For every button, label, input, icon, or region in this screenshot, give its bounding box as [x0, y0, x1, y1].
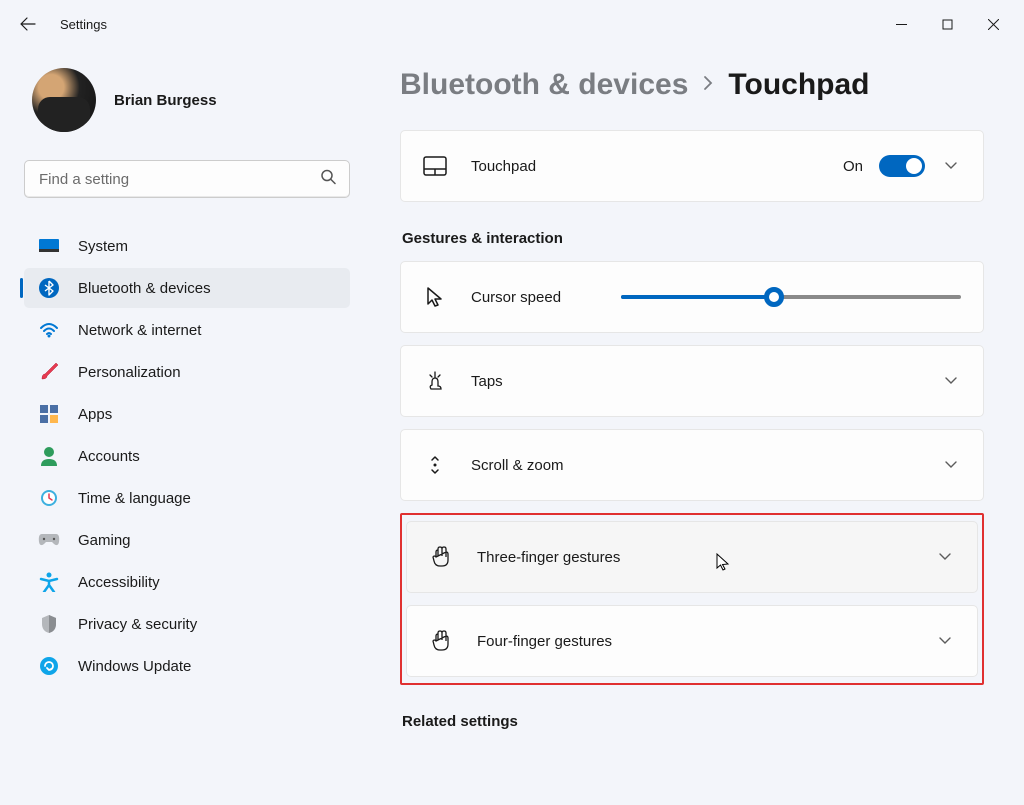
four-finger-label: Four-finger gestures	[477, 633, 935, 650]
nav-personalization[interactable]: Personalization	[24, 352, 350, 392]
taps-card[interactable]: Taps	[400, 345, 984, 417]
cursor-icon	[423, 286, 447, 308]
profile-name: Brian Burgess	[114, 92, 217, 109]
chevron-down-icon	[935, 636, 955, 646]
nav-network[interactable]: Network & internet	[24, 310, 350, 350]
three-finger-label: Three-finger gestures	[477, 549, 935, 566]
gamepad-icon	[38, 529, 60, 551]
close-button[interactable]	[970, 8, 1016, 40]
touchpad-label: Touchpad	[471, 158, 843, 175]
toggle-state-label: On	[843, 158, 863, 175]
breadcrumb-parent[interactable]: Bluetooth & devices	[400, 68, 688, 102]
person-icon	[38, 445, 60, 467]
nav-apps[interactable]: Apps	[24, 394, 350, 434]
clock-icon	[38, 487, 60, 509]
four-finger-card[interactable]: Four-finger gestures	[406, 605, 978, 677]
chevron-down-icon	[941, 376, 961, 386]
nav-label: Accessibility	[78, 574, 160, 591]
search-input[interactable]	[24, 160, 350, 198]
chevron-down-icon[interactable]	[941, 161, 961, 171]
nav: System Bluetooth & devices Network & int…	[24, 226, 350, 686]
nav-label: Privacy & security	[78, 616, 197, 633]
highlighted-region: Three-finger gestures Four-finger gestur…	[400, 513, 984, 685]
search-icon	[320, 169, 336, 190]
brush-icon	[38, 361, 60, 383]
scroll-zoom-card[interactable]: Scroll & zoom	[400, 429, 984, 501]
breadcrumb: Bluetooth & devices Touchpad	[400, 68, 984, 102]
nav-label: Gaming	[78, 532, 131, 549]
window-title: Settings	[60, 17, 107, 32]
nav-gaming[interactable]: Gaming	[24, 520, 350, 560]
nav-privacy[interactable]: Privacy & security	[24, 604, 350, 644]
taps-label: Taps	[471, 373, 941, 390]
nav-label: Personalization	[78, 364, 181, 381]
touchpad-icon	[423, 156, 447, 176]
update-icon	[38, 655, 60, 677]
hand-icon	[429, 546, 453, 568]
nav-label: Apps	[78, 406, 112, 423]
back-button[interactable]	[8, 4, 48, 44]
scroll-zoom-label: Scroll & zoom	[471, 457, 941, 474]
accessibility-icon	[38, 571, 60, 593]
related-header: Related settings	[402, 713, 984, 730]
chevron-down-icon	[935, 552, 955, 562]
nav-time[interactable]: Time & language	[24, 478, 350, 518]
main-panel: Bluetooth & devices Touchpad Touchpad On…	[370, 48, 1024, 805]
nav-accessibility[interactable]: Accessibility	[24, 562, 350, 602]
nav-label: Network & internet	[78, 322, 201, 339]
cursor-speed-slider[interactable]	[621, 287, 961, 307]
system-icon	[38, 235, 60, 257]
hand-icon	[429, 630, 453, 652]
minimize-icon	[896, 19, 907, 30]
touchpad-card[interactable]: Touchpad On	[400, 130, 984, 202]
nav-bluetooth[interactable]: Bluetooth & devices	[24, 268, 350, 308]
sidebar: Brian Burgess System Bluetooth & devices…	[0, 48, 370, 805]
nav-label: Accounts	[78, 448, 140, 465]
arrow-left-icon	[20, 16, 36, 32]
bluetooth-icon	[38, 277, 60, 299]
chevron-down-icon	[941, 460, 961, 470]
three-finger-card[interactable]: Three-finger gestures	[406, 521, 978, 593]
titlebar: Settings	[0, 0, 1024, 48]
cursor-speed-label: Cursor speed	[471, 289, 561, 306]
wifi-icon	[38, 319, 60, 341]
scroll-icon	[423, 454, 447, 476]
search-wrap	[24, 160, 350, 198]
nav-label: Bluetooth & devices	[78, 280, 211, 297]
nav-update[interactable]: Windows Update	[24, 646, 350, 686]
apps-icon	[38, 403, 60, 425]
nav-accounts[interactable]: Accounts	[24, 436, 350, 476]
nav-label: Time & language	[78, 490, 191, 507]
gestures-header: Gestures & interaction	[402, 230, 984, 247]
nav-system[interactable]: System	[24, 226, 350, 266]
shield-icon	[38, 613, 60, 635]
breadcrumb-current: Touchpad	[728, 68, 869, 102]
touchpad-toggle[interactable]	[879, 155, 925, 177]
mouse-cursor-icon	[715, 552, 731, 572]
nav-label: System	[78, 238, 128, 255]
maximize-icon	[942, 19, 953, 30]
close-icon	[988, 19, 999, 30]
maximize-button[interactable]	[924, 8, 970, 40]
profile-block[interactable]: Brian Burgess	[24, 68, 350, 132]
avatar	[32, 68, 96, 132]
minimize-button[interactable]	[878, 8, 924, 40]
nav-label: Windows Update	[78, 658, 191, 675]
chevron-right-icon	[702, 75, 714, 96]
cursor-speed-card: Cursor speed	[400, 261, 984, 333]
tap-icon	[423, 370, 447, 392]
